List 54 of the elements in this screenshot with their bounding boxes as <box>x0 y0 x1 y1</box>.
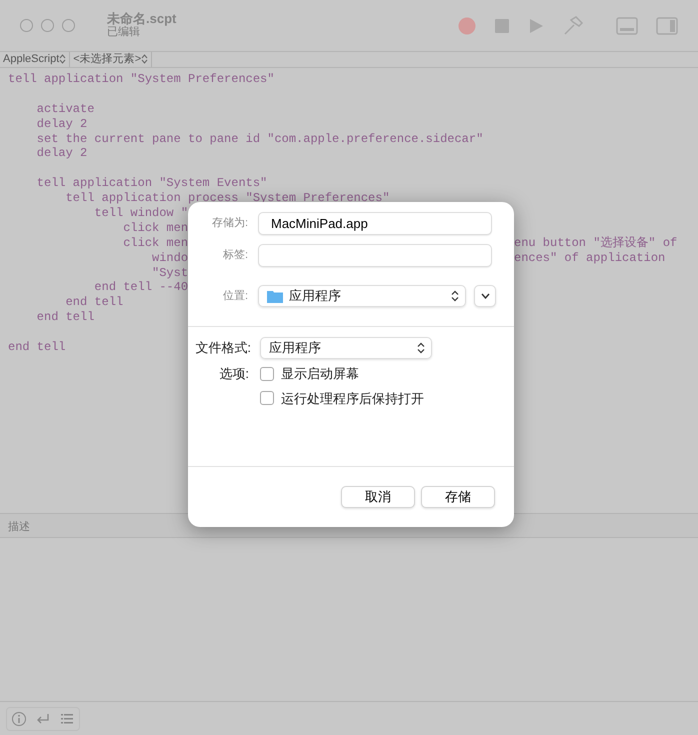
updown-icon <box>59 54 66 64</box>
code-line: end tell --40 <box>93 280 188 294</box>
updown-icon <box>451 290 459 302</box>
code-line: delay 2 <box>36 116 88 131</box>
window-control-button[interactable] <box>41 19 54 32</box>
folder-icon <box>267 290 283 302</box>
window-title: 未命名.scpt <box>107 12 176 26</box>
language-selector[interactable]: AppleScript <box>0 52 70 67</box>
field-label: 标签: <box>222 248 249 264</box>
filename-field[interactable]: MacMiniPad.app <box>258 212 492 235</box>
play-icon[interactable] <box>528 18 544 34</box>
code-line: click men <box>122 236 188 250</box>
field-label: 选项: <box>218 365 250 383</box>
dialog-button[interactable]: 存储 <box>421 486 495 508</box>
code-line: activate <box>36 102 94 116</box>
updown-icon <box>417 342 425 354</box>
checkbox-label[interactable]: 显示启动屏幕 <box>281 364 359 384</box>
code-line: ences" of application <box>514 251 666 266</box>
code-line: tell application "System Preferences" <box>8 72 274 86</box>
code-line: click men <box>122 220 188 235</box>
updown-icon <box>141 54 148 64</box>
field-label: 位置: <box>222 288 249 304</box>
code-line: enu button "选择设备" of <box>514 236 678 251</box>
location-dropdown[interactable]: 应用程序 <box>258 285 466 307</box>
field-label: 文件格式: <box>194 339 252 358</box>
code-line: end tell <box>36 310 94 324</box>
code-line: tell application process "System Preferences" <box>64 191 390 206</box>
checkbox[interactable] <box>260 391 274 406</box>
code-line: windo <box>151 250 188 265</box>
code-line: set the current pane to pane id "com.apple.preference.sidecar" <box>36 132 484 146</box>
code-line: tell application "System Events" <box>36 176 268 190</box>
record-icon[interactable] <box>458 16 476 34</box>
stop-icon[interactable] <box>494 18 510 34</box>
tags-field[interactable] <box>258 244 492 267</box>
window-control-button[interactable] <box>62 19 75 32</box>
field-label: 存储为: <box>210 216 249 232</box>
code-line: tell window " <box>93 206 188 220</box>
code-line: delay 2 <box>36 146 88 160</box>
hammer-icon[interactable] <box>562 14 584 36</box>
format-dropdown[interactable]: 应用程序 <box>260 337 432 359</box>
bottom-panel-icon[interactable] <box>616 16 638 34</box>
checkbox[interactable] <box>260 366 274 381</box>
window-control-button[interactable] <box>20 19 33 32</box>
sidebar-icon[interactable] <box>656 16 678 34</box>
expand-button[interactable] <box>474 285 496 307</box>
chevron-icon <box>480 293 490 299</box>
info-icon[interactable] <box>11 710 27 726</box>
element-selector[interactable]: <未选择元素> <box>70 52 152 67</box>
code-line: end tell <box>8 340 66 354</box>
code-line: end tell <box>64 295 124 310</box>
checkbox-label[interactable]: 运行处理程序后保持打开 <box>281 388 424 408</box>
code-line: "Syst <box>152 266 188 280</box>
document-status: 已编辑 <box>107 26 141 40</box>
dialog-button[interactable]: 取消 <box>341 486 415 508</box>
